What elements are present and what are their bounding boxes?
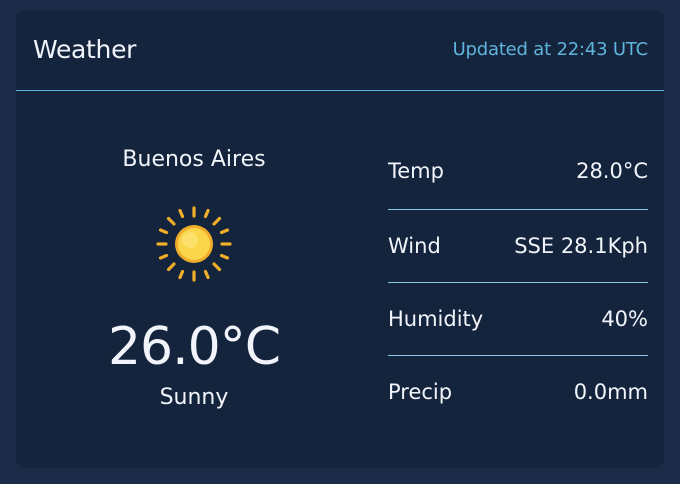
detail-label: Temp (388, 159, 444, 183)
card-title: Weather (33, 35, 137, 64)
detail-row-temp: Temp 28.0°C (388, 137, 648, 210)
detail-row-wind: Wind SSE 28.1Kph (388, 210, 648, 283)
updated-timestamp: Updated at 22:43 UTC (452, 39, 649, 60)
condition-text: Sunny (159, 385, 229, 410)
detail-label: Precip (388, 380, 453, 404)
detail-value: 0.0mm (573, 380, 648, 404)
current-temperature: 26.0°C (107, 317, 281, 377)
card-header: Weather Updated at 22:43 UTC (16, 10, 664, 91)
detail-row-humidity: Humidity 40% (388, 283, 648, 356)
sun-icon (156, 206, 232, 282)
detail-label: Humidity (388, 307, 484, 331)
weather-card: Weather Updated at 22:43 UTC Buenos Aire… (16, 10, 664, 468)
city-name: Buenos Aires (122, 147, 266, 172)
detail-value: SSE 28.1Kph (514, 234, 648, 258)
current-conditions: Buenos Aires 26.0°C Sunny (16, 91, 372, 468)
detail-value: 28.0°C (576, 159, 648, 183)
detail-value: 40% (601, 307, 648, 331)
weather-details: Temp 28.0°C Wind SSE 28.1Kph Humidity 40… (388, 137, 648, 429)
detail-label: Wind (388, 234, 441, 258)
detail-row-precip: Precip 0.0mm (388, 356, 648, 429)
